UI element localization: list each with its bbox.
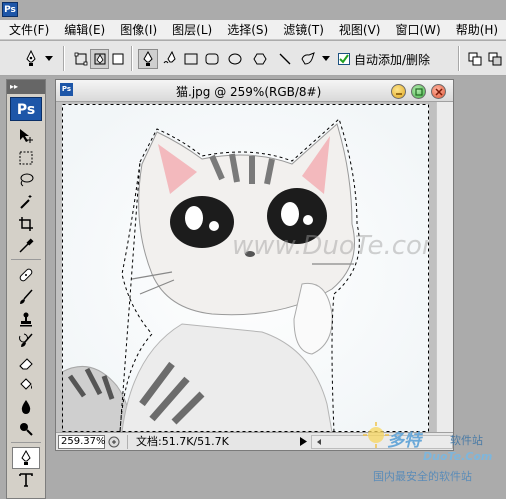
- watermark-domain: DuoTe.Com: [423, 450, 493, 463]
- menu-help[interactable]: 帮助(H): [447, 20, 504, 40]
- dodge-tool-icon[interactable]: [7, 418, 45, 440]
- blur-tool-icon[interactable]: [7, 396, 45, 418]
- tools-panel-collapse-icon[interactable]: ▸▸: [7, 80, 45, 94]
- image-canvas[interactable]: www.DuoTe.com: [61, 104, 447, 432]
- watermark-logo: 多特: [387, 431, 421, 451]
- status-menu-arrow-icon[interactable]: [297, 435, 309, 449]
- auto-add-delete-option[interactable]: 自动添加/删除: [338, 50, 430, 68]
- eraser-tool-icon[interactable]: [7, 352, 45, 374]
- shape-layers-icon[interactable]: [72, 49, 90, 69]
- paint-bucket-tool-icon[interactable]: [7, 374, 45, 396]
- brush-tool-icon[interactable]: [7, 286, 45, 308]
- pen-tool-icon[interactable]: [138, 49, 158, 69]
- menu-view[interactable]: 视图(V): [330, 20, 387, 40]
- menu-layer[interactable]: 图层(L): [163, 20, 218, 40]
- tool-preset-pen-icon[interactable]: [20, 49, 42, 69]
- tools-panel: ▸▸ Ps: [6, 79, 46, 499]
- options-separator: [63, 46, 65, 71]
- eyedropper-tool-icon[interactable]: [7, 235, 45, 257]
- add-to-path-icon[interactable]: [466, 49, 484, 69]
- menu-bar: 文件(F) 编辑(E) 图像(I) 图层(L) 选择(S) 滤镜(T) 视图(V…: [0, 20, 506, 40]
- custom-shape-icon[interactable]: [298, 49, 318, 69]
- canvas-area[interactable]: www.DuoTe.com: [56, 102, 453, 432]
- menu-edit[interactable]: 编辑(E): [55, 20, 111, 40]
- polygon-icon[interactable]: [251, 49, 269, 69]
- magic-wand-tool-icon[interactable]: [7, 191, 45, 213]
- vertical-scrollbar[interactable]: [436, 102, 453, 432]
- app-title-bar: Ps: [0, 0, 506, 20]
- cat-image: www.DuoTe.com: [61, 104, 447, 432]
- lasso-tool-icon[interactable]: [7, 169, 45, 191]
- menu-window[interactable]: 窗口(W): [386, 20, 446, 40]
- freeform-pen-icon[interactable]: [160, 49, 180, 69]
- crop-tool-icon[interactable]: [7, 213, 45, 235]
- healing-brush-tool-icon[interactable]: [7, 264, 45, 286]
- menu-file[interactable]: 文件(F): [0, 20, 55, 40]
- ellipse-icon[interactable]: [226, 49, 244, 69]
- options-bar: 自动添加/删除: [0, 41, 506, 76]
- options-separator: [131, 46, 133, 71]
- history-brush-tool-icon[interactable]: [7, 330, 45, 352]
- auto-add-delete-checkbox[interactable]: [338, 53, 350, 65]
- watermark-slogan: 国内最安全的软件站: [373, 470, 472, 483]
- options-separator: [458, 46, 460, 71]
- marquee-tool-icon[interactable]: [7, 147, 45, 169]
- rectangle-icon[interactable]: [182, 49, 200, 69]
- pen-tool-active-icon[interactable]: [12, 447, 40, 469]
- maximize-button[interactable]: [411, 84, 426, 99]
- auto-add-delete-label: 自动添加/删除: [354, 52, 431, 67]
- fill-pixels-icon[interactable]: [110, 49, 126, 69]
- rounded-rectangle-icon[interactable]: [203, 49, 221, 69]
- custom-shape-dropdown-icon[interactable]: [320, 49, 332, 69]
- clone-stamp-tool-icon[interactable]: [7, 308, 45, 330]
- zoom-menu-icon[interactable]: [107, 435, 121, 449]
- zoom-level-field[interactable]: 259.37%: [58, 434, 106, 449]
- minimize-button[interactable]: [391, 84, 406, 99]
- document-title: 猫.jpg @ 259%(RGB/8#): [176, 85, 322, 99]
- watermark-sun-icon: [363, 422, 389, 448]
- type-tool-icon[interactable]: [7, 469, 45, 491]
- move-tool-icon[interactable]: [7, 125, 45, 147]
- scroll-left-icon: [317, 438, 321, 445]
- document-size-info: 文档:51.7K/51.7K: [127, 434, 297, 449]
- paths-mode-icon[interactable]: [90, 49, 109, 69]
- tool-preset-dropdown-icon[interactable]: [43, 49, 55, 69]
- line-icon[interactable]: [276, 49, 294, 69]
- photoshop-logo: Ps: [2, 2, 18, 17]
- document-window: Ps 猫.jpg @ 259%(RGB/8#) www.DuoTe.com 25…: [55, 79, 454, 451]
- menu-filter[interactable]: 滤镜(T): [274, 20, 330, 40]
- close-button[interactable]: [431, 84, 446, 99]
- document-ps-icon: Ps: [60, 83, 73, 96]
- menu-select[interactable]: 选择(S): [218, 20, 274, 40]
- document-title-bar[interactable]: Ps 猫.jpg @ 259%(RGB/8#): [56, 80, 453, 102]
- photoshop-logo: Ps: [10, 97, 42, 121]
- watermark-sub: 软件站: [450, 434, 483, 447]
- subtract-from-path-icon[interactable]: [486, 49, 504, 69]
- canvas-watermark: www.DuoTe.com: [232, 231, 429, 261]
- menu-image[interactable]: 图像(I): [111, 20, 163, 40]
- site-watermark: 多特 软件站 DuoTe.Com 国内最安全的软件站: [363, 420, 506, 499]
